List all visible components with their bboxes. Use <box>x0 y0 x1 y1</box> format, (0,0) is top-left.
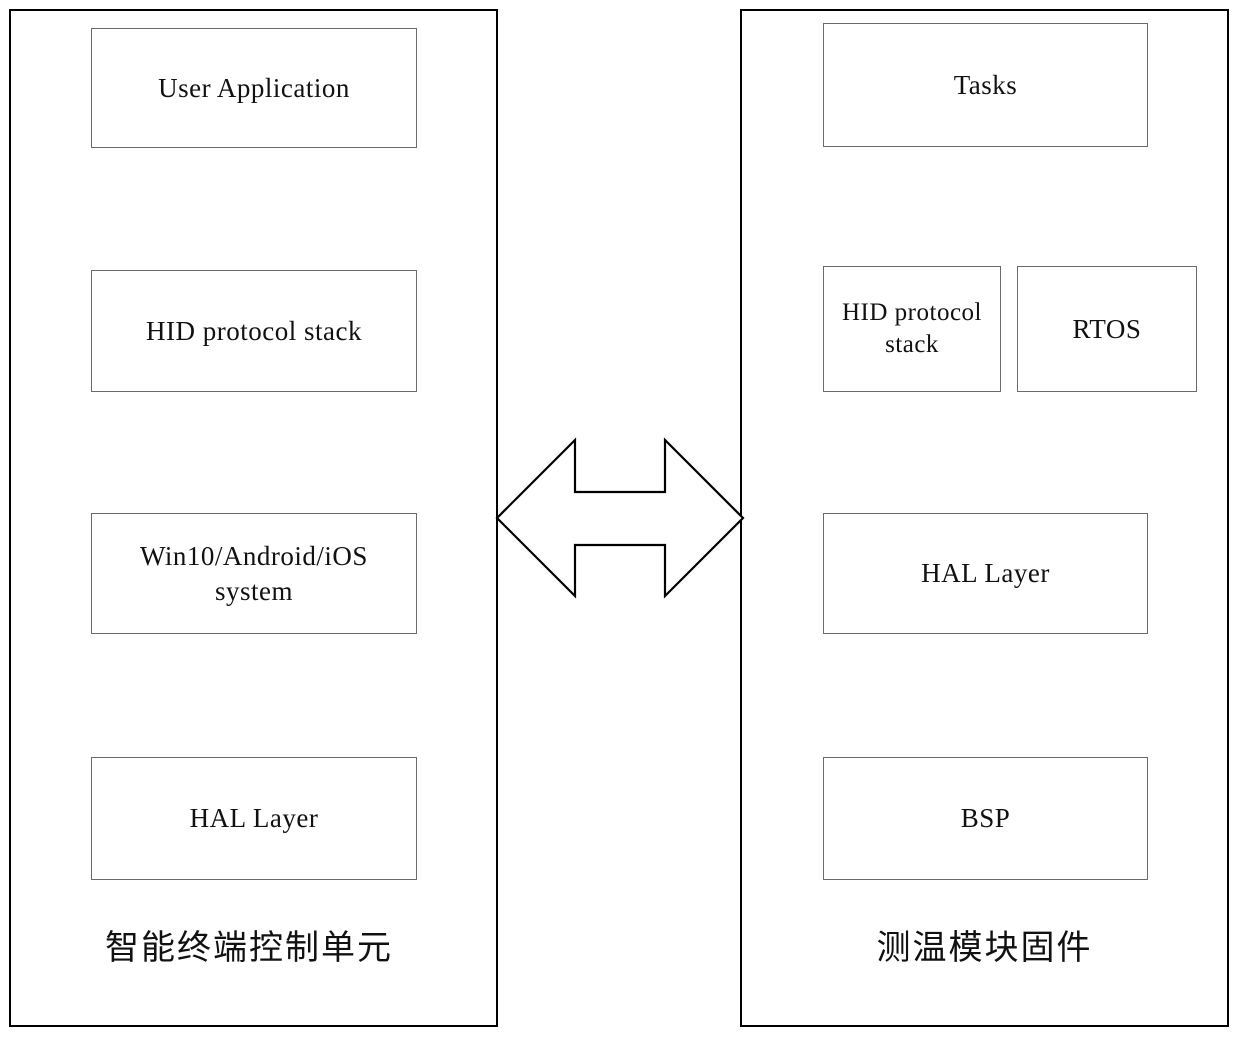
layer-box-rtos: RTOS <box>1017 266 1197 392</box>
layer-box-os-system: Win10/Android/iOS system <box>91 513 417 634</box>
layer-box-user-application: User Application <box>91 28 417 148</box>
bidirectional-arrow-icon <box>495 437 745 599</box>
unit-caption-temperature-module-firmware: 测温模块固件 <box>876 928 1093 968</box>
architecture-diagram-canvas: User Application HID protocol stack Win1… <box>0 0 1239 1037</box>
layer-box-hid-protocol-stack-firmware: HID protocol stack <box>823 266 1001 392</box>
layer-box-hal-layer-terminal: HAL Layer <box>91 757 417 880</box>
layer-box-hal-layer-firmware: HAL Layer <box>823 513 1148 634</box>
layer-box-bsp: BSP <box>823 757 1148 880</box>
unit-caption-smart-terminal-control-unit: 智能终端控制单元 <box>105 928 393 968</box>
layer-box-tasks: Tasks <box>823 23 1148 147</box>
layer-box-hid-protocol-stack-terminal: HID protocol stack <box>91 270 417 392</box>
